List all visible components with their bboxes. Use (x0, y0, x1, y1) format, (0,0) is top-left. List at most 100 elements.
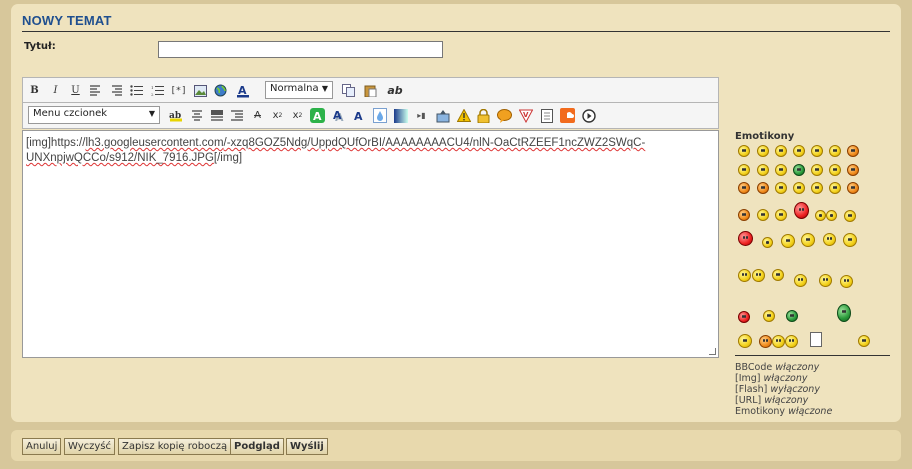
emoticon-angry-icon[interactable] (757, 182, 769, 194)
clear-button[interactable]: Wyczyść (64, 438, 116, 455)
emoticon-girl-icon[interactable] (781, 234, 795, 248)
paste-icon[interactable] (363, 83, 378, 98)
emoticon-tongue-icon[interactable] (775, 164, 787, 176)
superscript-icon[interactable]: x2 (270, 108, 285, 123)
chevron-down-icon: ▼ (321, 84, 328, 93)
glow-text-icon[interactable]: A (310, 108, 325, 123)
save-draft-button[interactable]: Zapisz kopię roboczą (118, 438, 232, 455)
gradient-icon[interactable] (393, 108, 408, 123)
emoticon-neutral-icon[interactable] (811, 182, 823, 194)
emoticon-santa-icon[interactable] (738, 231, 753, 246)
emoticon-thumbs-right-icon[interactable] (826, 210, 837, 221)
emoticon-grin-icon[interactable] (757, 145, 769, 157)
emoticon-twisted-icon[interactable] (844, 210, 856, 222)
image-icon[interactable] (193, 83, 208, 98)
emoticon-girl-happy-icon[interactable] (843, 233, 857, 247)
emoticon-sick-icon[interactable] (793, 164, 805, 176)
lock-icon[interactable] (476, 108, 491, 123)
submit-button[interactable]: Wyślij (286, 438, 328, 455)
emoticon-cry-icon[interactable] (793, 182, 805, 194)
align-left-icon[interactable] (88, 83, 103, 98)
spellcheck-button[interactable]: ab (385, 83, 405, 98)
bold-button[interactable]: B (27, 83, 42, 98)
numbered-list-icon[interactable]: 12 (150, 83, 165, 98)
resize-handle[interactable] (709, 348, 716, 355)
font-color-icon[interactable]: A (235, 83, 250, 98)
emoticon-shocked-icon[interactable] (757, 164, 769, 176)
emoticon-notepad-icon[interactable] (810, 332, 822, 347)
emoticon-wink-icon[interactable] (811, 145, 823, 157)
align-right-icon[interactable] (108, 83, 123, 98)
emoticon-rolleyes-icon[interactable] (829, 182, 841, 194)
status-emoticons: Emotikony włączone (735, 406, 832, 417)
emoticon-wave-icon[interactable] (738, 334, 752, 348)
emoticon-devil-icon[interactable] (847, 145, 859, 157)
title-input[interactable] (158, 41, 443, 58)
highlight-icon[interactable]: ab (168, 108, 183, 123)
emoticon-shades-icon[interactable] (762, 237, 773, 248)
emoticon-group2-icon[interactable] (772, 335, 785, 348)
shadow-text-icon[interactable]: AA (331, 108, 346, 123)
emoticon-lifting2-icon[interactable] (752, 269, 765, 282)
quote-bubble-icon[interactable] (497, 108, 512, 123)
emoticon-lifting3-icon[interactable] (772, 269, 784, 281)
italic-button[interactable]: I (48, 83, 63, 98)
align-center-icon[interactable] (189, 108, 204, 123)
emoticon-gun-icon[interactable] (786, 310, 798, 322)
preview-button[interactable]: Podgląd (230, 438, 284, 455)
emoticon-evil-icon[interactable] (794, 202, 809, 219)
emoticon-idea-icon[interactable] (775, 209, 787, 221)
soundcloud-icon[interactable] (560, 108, 575, 123)
svg-text:A: A (313, 110, 322, 123)
emoticon-surprised-icon[interactable] (738, 164, 750, 176)
strikethrough-icon[interactable]: A (250, 108, 265, 123)
status-flash: [Flash] wyłączony (735, 384, 820, 395)
emoticon-arrow-icon[interactable] (847, 182, 859, 194)
fade-icon[interactable] (372, 108, 387, 123)
status-bbcode-label: BBCode (735, 362, 773, 373)
emoticon-alien-icon[interactable] (837, 304, 851, 322)
bullet-list-icon[interactable] (129, 83, 144, 98)
underline-button[interactable]: U (68, 83, 83, 98)
emoticon-girl-wink-icon[interactable] (823, 233, 836, 246)
emoticon-group3-icon[interactable] (785, 335, 798, 348)
marquee-icon[interactable]: ▸▮ (414, 108, 429, 123)
emoticon-thumbs-left-icon[interactable] (815, 210, 826, 221)
copy-icon[interactable] (341, 83, 356, 98)
emoticon-laugh-icon[interactable] (793, 145, 805, 157)
font-size-select[interactable]: Normalna ▼ (265, 81, 333, 99)
emoticon-exclaim-icon[interactable] (847, 164, 859, 176)
subscript-icon[interactable]: x2 (290, 108, 305, 123)
emoticon-lifting-icon[interactable] (738, 269, 751, 282)
emoticon-frown-icon[interactable] (738, 209, 750, 221)
emoticon-dizzy-icon[interactable] (794, 274, 807, 287)
play-video-icon[interactable] (581, 108, 596, 123)
emoticon-hmm-icon[interactable] (763, 310, 775, 322)
emoticon-stop-icon[interactable] (738, 311, 750, 323)
blur-text-icon[interactable]: A (351, 108, 366, 123)
document-icon[interactable] (539, 108, 554, 123)
emoticon-cool-icon[interactable] (829, 145, 841, 157)
emoticon-smile-icon[interactable] (738, 145, 750, 157)
emoticon-confused-icon[interactable] (811, 164, 823, 176)
emoticon-dance-icon[interactable] (858, 335, 870, 347)
upload-icon[interactable] (435, 108, 450, 123)
justify-icon[interactable] (209, 108, 224, 123)
cancel-button[interactable]: Anuluj (22, 438, 62, 455)
emoticon-eek-icon[interactable] (757, 209, 769, 221)
emoticon-group-icon[interactable] (759, 335, 772, 348)
emoticon-sad-icon[interactable] (775, 182, 787, 194)
list-item-icon[interactable]: [*] (170, 83, 186, 98)
font-family-select[interactable]: Menu czcionek ▼ (28, 106, 160, 124)
emoticon-girl-kiss-icon[interactable] (801, 233, 815, 247)
emoticon-question-icon[interactable] (829, 164, 841, 176)
emoticon-fishing-icon[interactable] (819, 274, 832, 287)
indent-icon[interactable] (229, 108, 244, 123)
flag-v-icon[interactable]: V (518, 108, 533, 123)
emoticon-mad-icon[interactable] (738, 182, 750, 194)
globe-link-icon[interactable] (213, 83, 228, 98)
message-textarea[interactable]: [img]https://lh3.googleusercontent.com/-… (22, 130, 719, 358)
emoticon-biggrin-icon[interactable] (775, 145, 787, 157)
warning-icon[interactable] (456, 108, 471, 123)
emoticon-fishing2-icon[interactable] (840, 275, 853, 288)
